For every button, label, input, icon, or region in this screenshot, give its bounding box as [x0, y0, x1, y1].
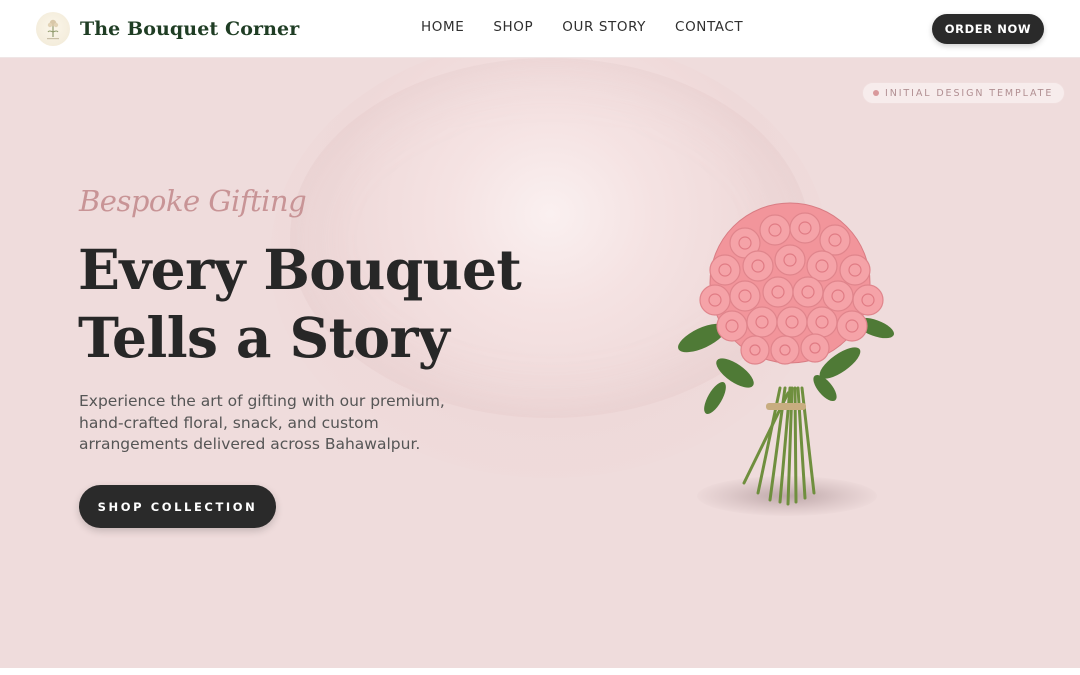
brand-name: The Bouquet Corner — [80, 18, 300, 40]
nav-shop[interactable]: SHOP — [493, 19, 533, 35]
shop-collection-button[interactable]: SHOP COLLECTION — [79, 485, 276, 528]
brand[interactable]: The Bouquet Corner — [36, 12, 299, 46]
page-bottom-band — [0, 668, 1080, 675]
nav-our-story[interactable]: OUR STORY — [562, 19, 646, 35]
badge-dot-icon — [873, 90, 879, 96]
hero-section: INITIAL DESIGN TEMPLATE Bespoke Gifting … — [0, 58, 1080, 668]
badge-text: INITIAL DESIGN TEMPLATE — [885, 87, 1054, 99]
order-now-button[interactable]: ORDER NOW — [932, 14, 1044, 44]
hero-tagline: Bespoke Gifting — [79, 184, 307, 218]
template-badge: INITIAL DESIGN TEMPLATE — [862, 82, 1066, 104]
site-header: The Bouquet Corner HOME SHOP OUR STORY C… — [0, 0, 1080, 58]
nav-contact[interactable]: CONTACT — [675, 19, 743, 35]
flower-logo-icon — [36, 12, 70, 46]
hero-headline: Every Bouquet Tells a Story — [78, 237, 522, 370]
nav-home[interactable]: HOME — [421, 19, 464, 35]
main-nav: HOME SHOP OUR STORY CONTACT — [421, 19, 743, 35]
rose-bouquet-image — [678, 202, 894, 506]
hero-description: Experience the art of gifting with our p… — [79, 392, 445, 453]
